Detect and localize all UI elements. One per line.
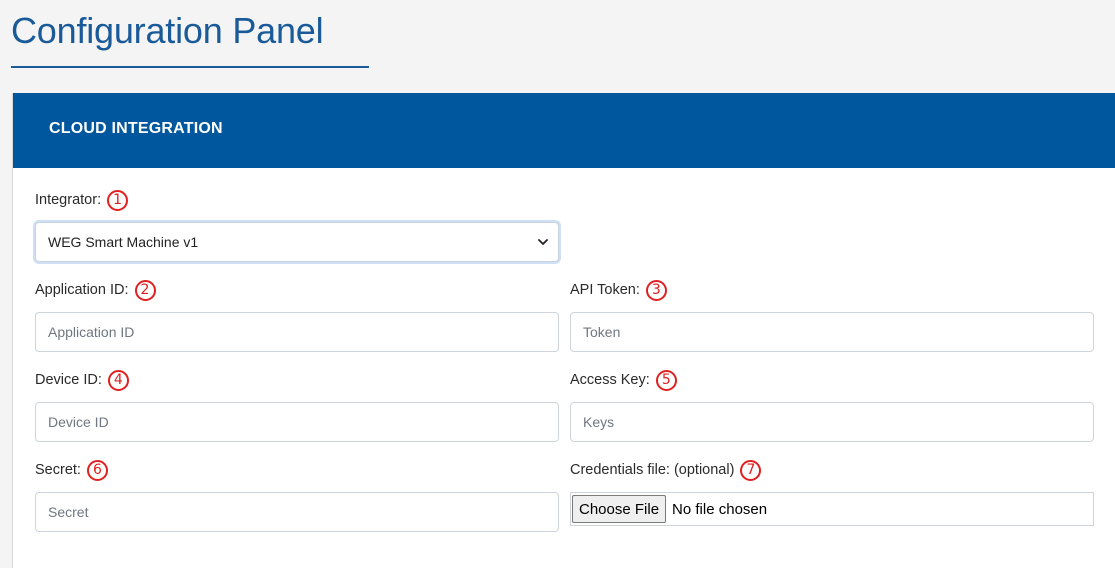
integrator-select-value: WEG Smart Machine v1: [48, 234, 199, 250]
annotation-badge-4: 4: [107, 369, 129, 391]
annotation-badge-7: 7: [740, 459, 762, 481]
secret-input[interactable]: [35, 492, 559, 532]
chevron-down-icon: [538, 239, 548, 245]
cloud-integration-card: CLOUD INTEGRATION Integrator: 1 WEG Smar…: [12, 93, 1115, 568]
device-id-input[interactable]: [35, 402, 559, 442]
title-underline: [11, 66, 369, 68]
device-id-label-text: Device ID:: [35, 372, 102, 388]
card-header-title: CLOUD INTEGRATION: [49, 120, 223, 137]
credentials-file-input[interactable]: Choose File No file chosen: [570, 492, 1094, 526]
application-id-input[interactable]: [35, 312, 559, 352]
api-token-input[interactable]: [570, 312, 1094, 352]
credentials-file-label: Credentials file: (optional) 7: [570, 457, 762, 483]
card-header: CLOUD INTEGRATION: [13, 93, 1115, 168]
annotation-badge-5: 5: [655, 369, 677, 391]
annotation-badge-6: 6: [86, 459, 108, 481]
annotation-badge-3: 3: [645, 279, 667, 301]
secret-label-text: Secret:: [35, 462, 81, 478]
page-title: Configuration Panel: [11, 10, 324, 51]
integrator-label-text: Integrator:: [35, 192, 102, 208]
api-token-label: API Token: 3: [570, 277, 667, 303]
credentials-file-label-text: Credentials file: (optional): [570, 462, 735, 478]
integrator-label: Integrator: 1: [35, 187, 129, 213]
access-key-label: Access Key: 5: [570, 367, 677, 393]
device-id-label: Device ID: 4: [35, 367, 129, 393]
integrator-select[interactable]: WEG Smart Machine v1: [35, 222, 559, 262]
secret-label: Secret: 6: [35, 457, 108, 483]
access-key-label-text: Access Key:: [570, 372, 650, 388]
application-id-label: Application ID: 2: [35, 277, 156, 303]
choose-file-button[interactable]: Choose File: [572, 495, 667, 523]
access-key-input[interactable]: [570, 402, 1094, 442]
application-id-label-text: Application ID:: [35, 282, 129, 298]
annotation-badge-1: 1: [107, 189, 129, 211]
annotation-badge-2: 2: [134, 279, 156, 301]
api-token-label-text: API Token:: [570, 282, 640, 298]
file-status-text: No file chosen: [672, 500, 768, 518]
